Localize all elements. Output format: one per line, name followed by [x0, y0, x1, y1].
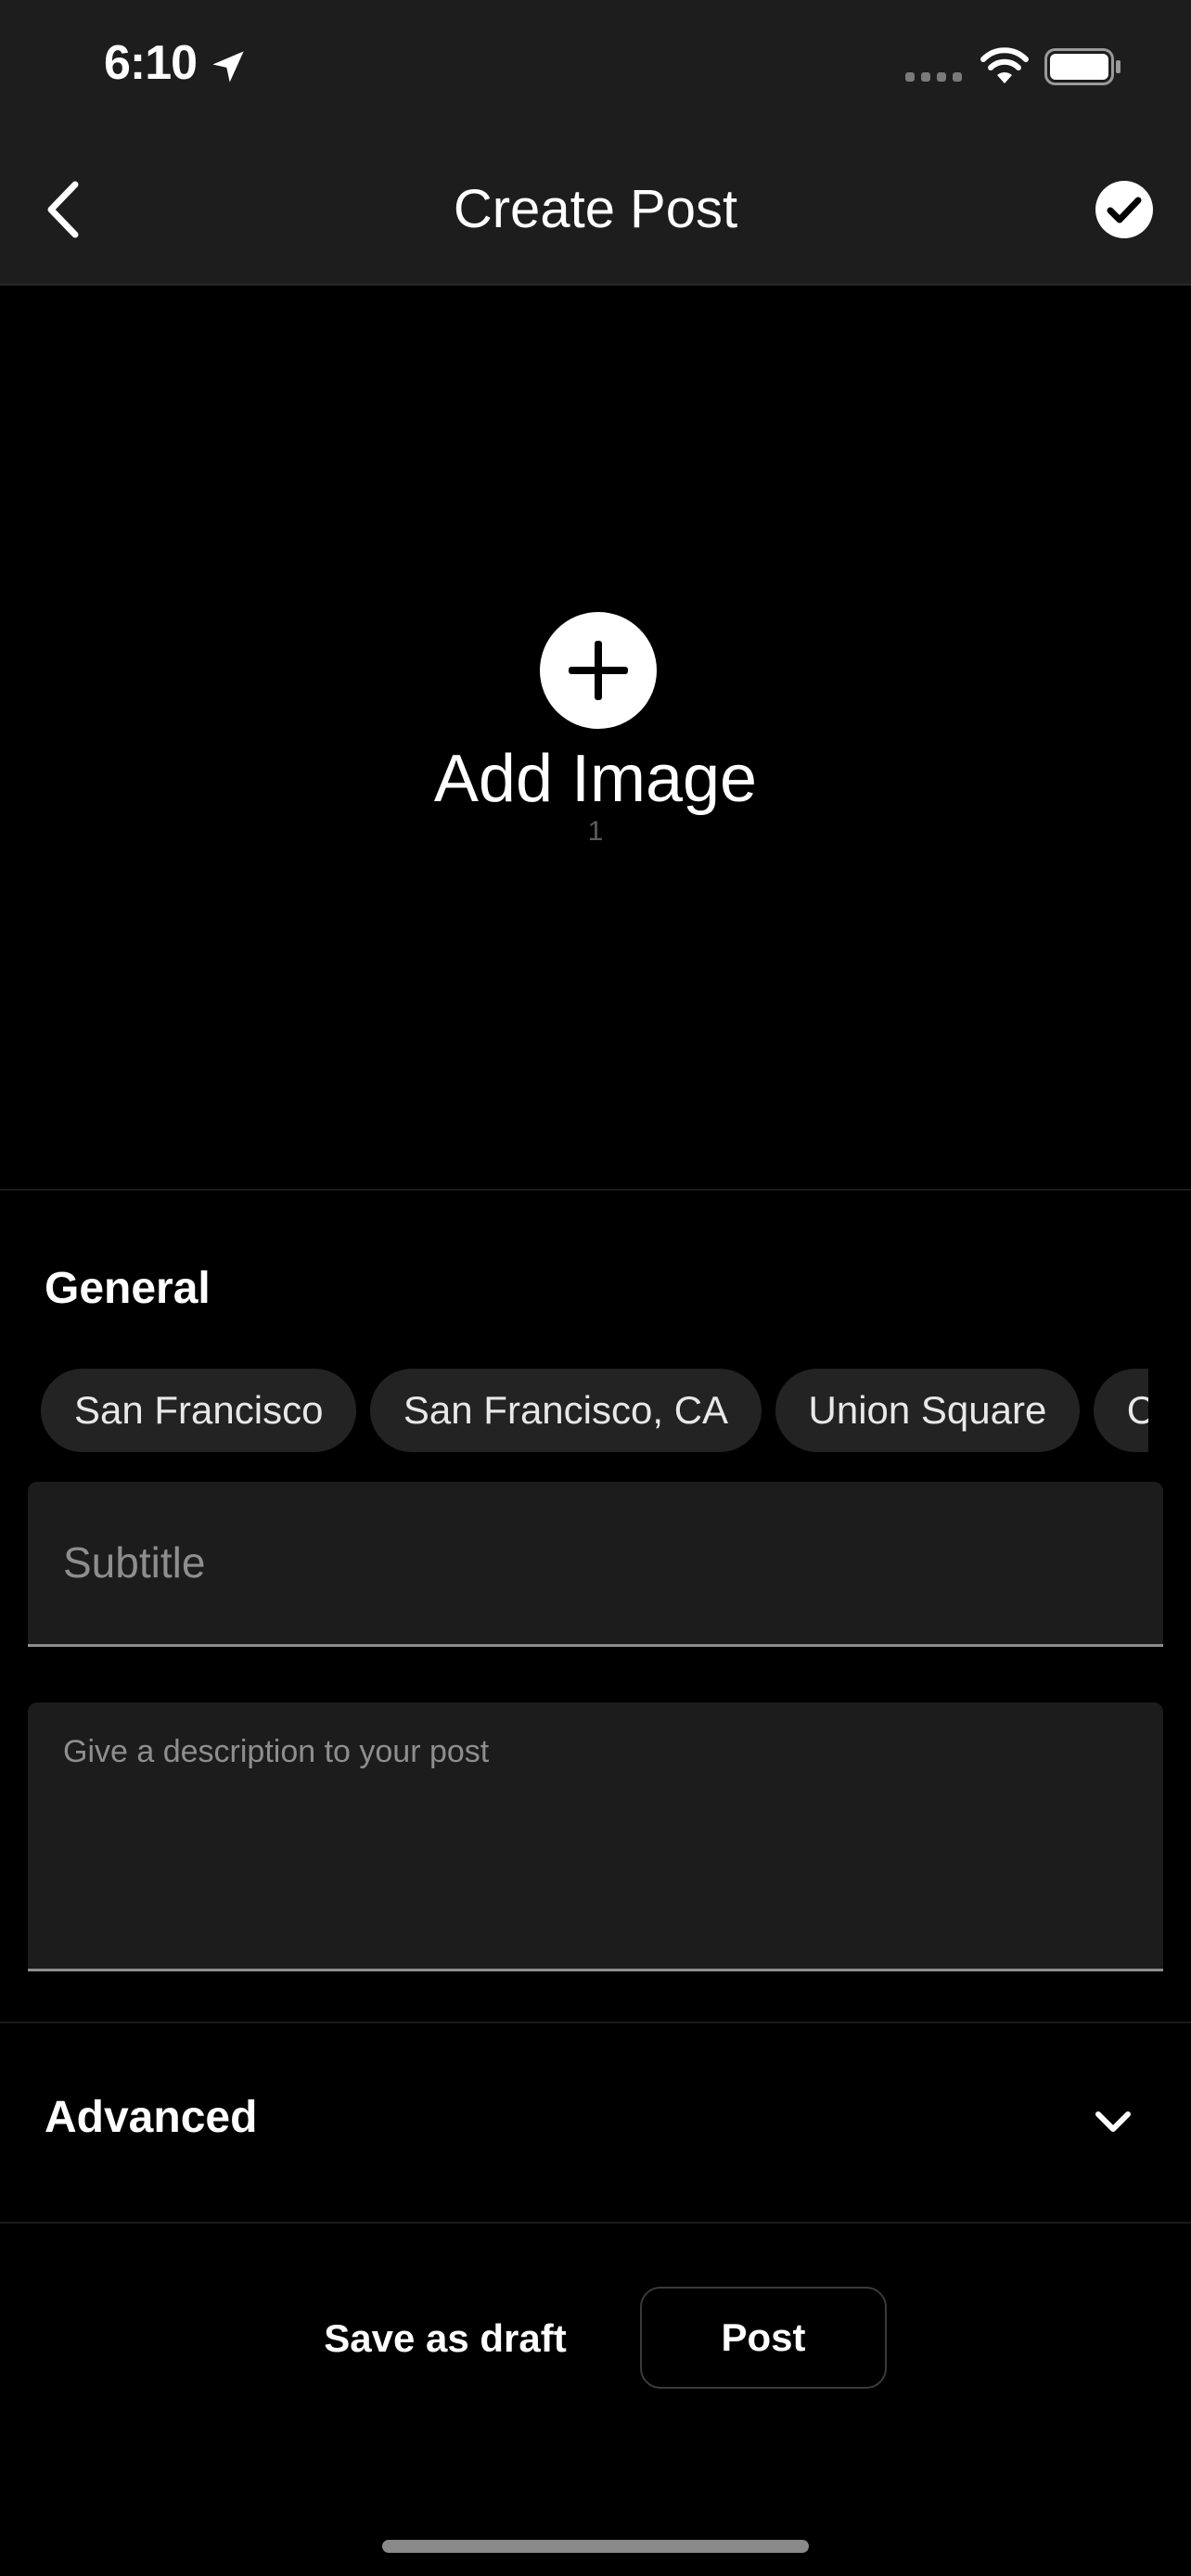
subtitle-input[interactable]	[61, 1534, 1122, 1591]
divider	[0, 2222, 1191, 2224]
add-image-label[interactable]: Add Image	[0, 733, 1191, 825]
battery-icon	[1044, 48, 1121, 85]
save-as-draft-button[interactable]: Save as draft	[278, 2292, 612, 2385]
signal-icon	[905, 72, 962, 82]
description-field	[28, 1702, 1163, 1971]
location-chips: San Francisco San Francisco, CA Union Sq…	[41, 1369, 1148, 1454]
subtitle-field	[28, 1482, 1163, 1647]
home-indicator	[382, 2540, 809, 2553]
status-time: 6:10	[104, 36, 198, 90]
post-button[interactable]: Post	[640, 2287, 887, 2389]
location-chip[interactable]: C	[1093, 1369, 1148, 1452]
advanced-section-title: Advanced	[45, 2093, 258, 2142]
chevron-down-icon[interactable]	[1093, 2103, 1133, 2140]
location-chip[interactable]: Union Square	[775, 1369, 1081, 1452]
general-section-title: General	[45, 1264, 211, 1313]
image-count: 1	[587, 816, 604, 847]
wifi-icon	[980, 47, 1029, 83]
description-input[interactable]	[61, 1732, 1122, 1949]
check-circle-icon[interactable]	[1095, 180, 1154, 239]
plus-circle-icon[interactable]	[540, 612, 657, 729]
location-chip[interactable]: San Francisco, CA	[369, 1369, 762, 1452]
location-chip[interactable]: San Francisco	[41, 1369, 357, 1452]
location-arrow-icon	[212, 51, 244, 83]
page-title: Create Post	[453, 179, 738, 239]
